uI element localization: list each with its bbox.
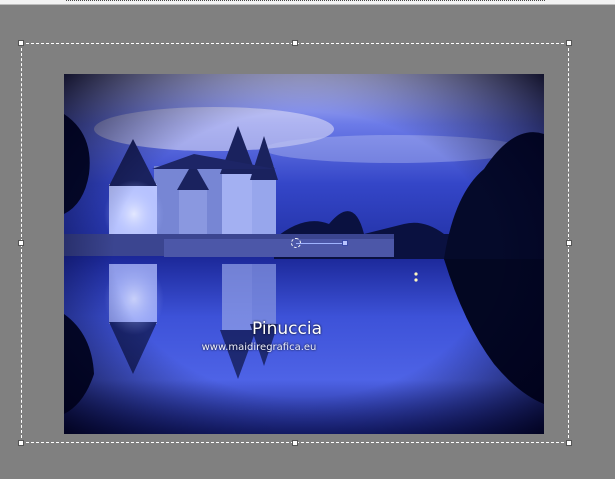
top-ruler (0, 0, 615, 5)
handle-top-left[interactable] (18, 40, 24, 46)
handle-bottom-left[interactable] (18, 440, 24, 446)
handle-middle-left[interactable] (18, 240, 24, 246)
handle-top-right[interactable] (566, 40, 572, 46)
rotation-handle[interactable] (342, 240, 348, 246)
handle-middle-right[interactable] (566, 240, 572, 246)
ruler-ticks (66, 0, 545, 4)
rotation-arm (296, 243, 346, 244)
handle-bottom-center[interactable] (292, 440, 298, 446)
handle-top-center[interactable] (292, 40, 298, 46)
handle-bottom-right[interactable] (566, 440, 572, 446)
